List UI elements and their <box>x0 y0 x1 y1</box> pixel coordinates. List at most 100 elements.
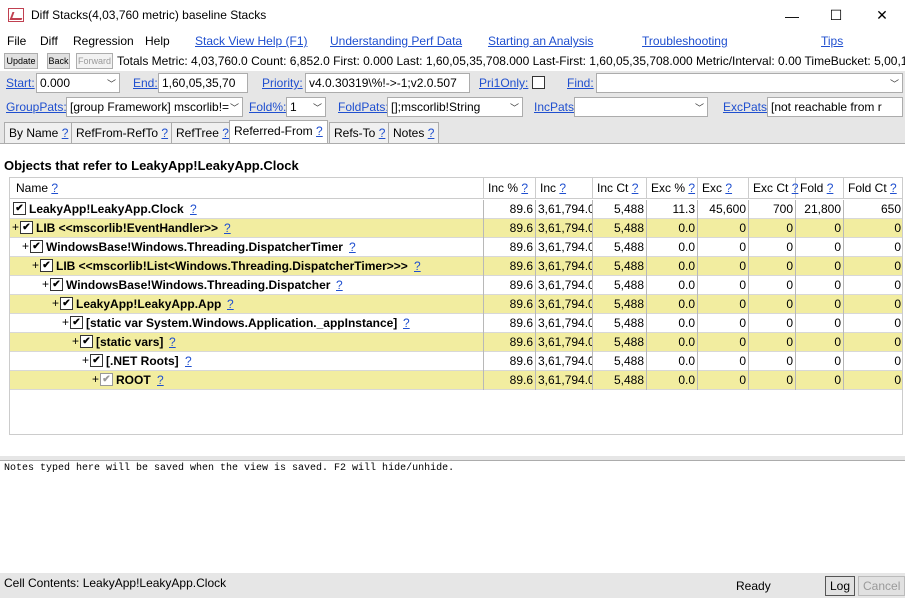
value-cell[interactable]: 0 <box>844 238 902 257</box>
value-cell[interactable]: 5,488 <box>593 333 647 352</box>
start-input[interactable]: 0.000 ﹀ <box>36 73 120 93</box>
value-cell[interactable]: 89.6 <box>484 257 536 276</box>
grouppats-input[interactable]: [group Framework] mscorlib!= ﹀ <box>66 97 243 117</box>
column-header[interactable]: Inc ? <box>536 178 593 199</box>
row-checkbox[interactable]: ✔ <box>50 278 63 291</box>
help-link[interactable]: ? <box>414 259 421 273</box>
value-cell[interactable]: 0 <box>749 257 796 276</box>
value-cell[interactable]: 5,488 <box>593 200 647 219</box>
name-cell[interactable]: + ✔ LIB <<mscorlib!EventHandler>>? <box>10 219 484 238</box>
row-checkbox[interactable]: ✔ <box>60 297 73 310</box>
priority-label[interactable]: Priority: <box>262 76 303 90</box>
priority-input[interactable]: v4.0.30319\%!->-1;v2.0.507 <box>305 73 470 93</box>
value-cell[interactable]: 0 <box>844 219 902 238</box>
value-cell[interactable]: 5,488 <box>593 276 647 295</box>
value-cell[interactable]: 0 <box>698 295 749 314</box>
value-cell[interactable]: 0 <box>749 333 796 352</box>
help-link[interactable]: ? <box>185 354 192 368</box>
value-cell[interactable]: 3,61,794.0 <box>536 314 593 333</box>
value-cell[interactable]: 3,61,794.0 <box>536 295 593 314</box>
menu-diff[interactable]: Diff <box>40 34 58 48</box>
table-row[interactable]: + ✔ [static vars]? 89.6 3,61,794.0 5,488 0.0 0 0… <box>10 333 902 352</box>
help-link[interactable]: ? <box>559 181 566 195</box>
grouppats-label[interactable]: GroupPats: <box>6 100 67 114</box>
value-cell[interactable]: 0 <box>698 314 749 333</box>
table-row[interactable]: + ✔ LeakyApp!LeakyApp.App? 89.6 3,61,794.0 5,… <box>10 295 902 314</box>
value-cell[interactable]: 0 <box>796 276 844 295</box>
value-cell[interactable]: 89.6 <box>484 371 536 390</box>
value-cell[interactable]: 0 <box>698 219 749 238</box>
help-link[interactable]: ? <box>316 124 323 138</box>
help-link[interactable]: ? <box>336 278 343 292</box>
value-cell[interactable]: 3,61,794.0 <box>536 200 593 219</box>
value-cell[interactable]: 0 <box>749 219 796 238</box>
value-cell[interactable]: 0 <box>698 238 749 257</box>
column-header[interactable]: Inc % ? <box>484 178 536 199</box>
value-cell[interactable]: 5,488 <box>593 238 647 257</box>
value-cell[interactable]: 0.0 <box>647 371 698 390</box>
help-link[interactable]: ? <box>428 126 435 140</box>
value-cell[interactable]: 0 <box>796 295 844 314</box>
value-cell[interactable]: 3,61,794.0 <box>536 257 593 276</box>
link-stack-view-help[interactable]: Stack View Help (F1) <box>195 34 307 48</box>
menu-file[interactable]: File <box>7 34 26 48</box>
value-cell[interactable]: 0 <box>698 257 749 276</box>
value-cell[interactable]: 89.6 <box>484 200 536 219</box>
value-cell[interactable]: 0 <box>844 333 902 352</box>
value-cell[interactable]: 0 <box>844 276 902 295</box>
update-button[interactable]: Update <box>4 53 38 69</box>
help-link[interactable]: ? <box>688 181 695 195</box>
tab-by-name[interactable]: By Name ? <box>4 122 74 143</box>
tab-notes[interactable]: Notes ? <box>388 122 440 143</box>
end-input[interactable]: 1,60,05,35,70 <box>158 73 248 93</box>
value-cell[interactable]: 0 <box>844 257 902 276</box>
value-cell[interactable]: 3,61,794.0 <box>536 276 593 295</box>
value-cell[interactable]: 0 <box>796 219 844 238</box>
value-cell[interactable]: 0.0 <box>647 276 698 295</box>
table-row[interactable]: + ✔ ROOT? 89.6 3,61,794.0 5,488 0.0 0 0 0 0 <box>10 371 902 390</box>
name-cell[interactable]: + ✔ [static var System.Windows.Application… <box>10 314 484 333</box>
value-cell[interactable]: 0 <box>698 333 749 352</box>
back-button[interactable]: Back <box>47 53 70 69</box>
value-cell[interactable]: 5,488 <box>593 371 647 390</box>
column-header[interactable]: Exc Ct ? <box>749 178 798 199</box>
link-understanding-perf-data[interactable]: Understanding Perf Data <box>330 34 462 48</box>
value-cell[interactable]: 0.0 <box>647 219 698 238</box>
value-cell[interactable]: 0 <box>796 257 844 276</box>
cancel-button[interactable]: Cancel <box>858 576 905 596</box>
expand-icon[interactable]: + <box>72 334 79 348</box>
help-link[interactable]: ? <box>222 126 229 140</box>
name-cell[interactable]: + ✔ [.NET Roots]? <box>10 352 484 371</box>
help-link[interactable]: ? <box>227 297 234 311</box>
value-cell[interactable]: 0 <box>796 333 844 352</box>
value-cell[interactable]: 3,61,794.0 <box>536 371 593 390</box>
foldpct-input[interactable]: 1 ﹀ <box>286 97 326 117</box>
value-cell[interactable]: 21,800 <box>796 200 844 219</box>
value-cell[interactable]: 0 <box>749 238 796 257</box>
value-cell[interactable]: 5,488 <box>593 352 647 371</box>
tab-refs-to[interactable]: Refs-To ? <box>329 122 391 143</box>
name-cell[interactable]: + ✔ WindowsBase!Windows.Threading.Dispatch… <box>10 238 484 257</box>
value-cell[interactable]: 89.6 <box>484 295 536 314</box>
expand-icon[interactable]: + <box>42 277 49 291</box>
table-row[interactable]: + ✔ [.NET Roots]? 89.6 3,61,794.0 5,488 0.0 0 0 0… <box>10 352 902 371</box>
pri1only-label[interactable]: Pri1Only: <box>479 76 528 90</box>
column-header[interactable]: Exc ? <box>698 178 749 199</box>
row-checkbox[interactable]: ✔ <box>30 240 43 253</box>
value-cell[interactable]: 3,61,794.0 <box>536 352 593 371</box>
value-cell[interactable]: 0 <box>844 314 902 333</box>
column-header[interactable]: Name ? <box>10 178 484 199</box>
expand-icon[interactable]: + <box>32 258 39 272</box>
forward-button[interactable]: Forward <box>76 53 113 69</box>
value-cell[interactable]: 89.6 <box>484 314 536 333</box>
row-checkbox[interactable]: ✔ <box>80 335 93 348</box>
value-cell[interactable]: 0 <box>749 276 796 295</box>
menu-regression[interactable]: Regression <box>73 34 134 48</box>
value-cell[interactable]: 650 <box>844 200 902 219</box>
value-cell[interactable]: 700 <box>749 200 796 219</box>
value-cell[interactable]: 0 <box>844 352 902 371</box>
name-cell[interactable]: + ✔ [static vars]? <box>10 333 484 352</box>
help-link[interactable]: ? <box>890 181 897 195</box>
value-cell[interactable]: 0 <box>844 295 902 314</box>
link-troubleshooting[interactable]: Troubleshooting <box>642 34 728 48</box>
